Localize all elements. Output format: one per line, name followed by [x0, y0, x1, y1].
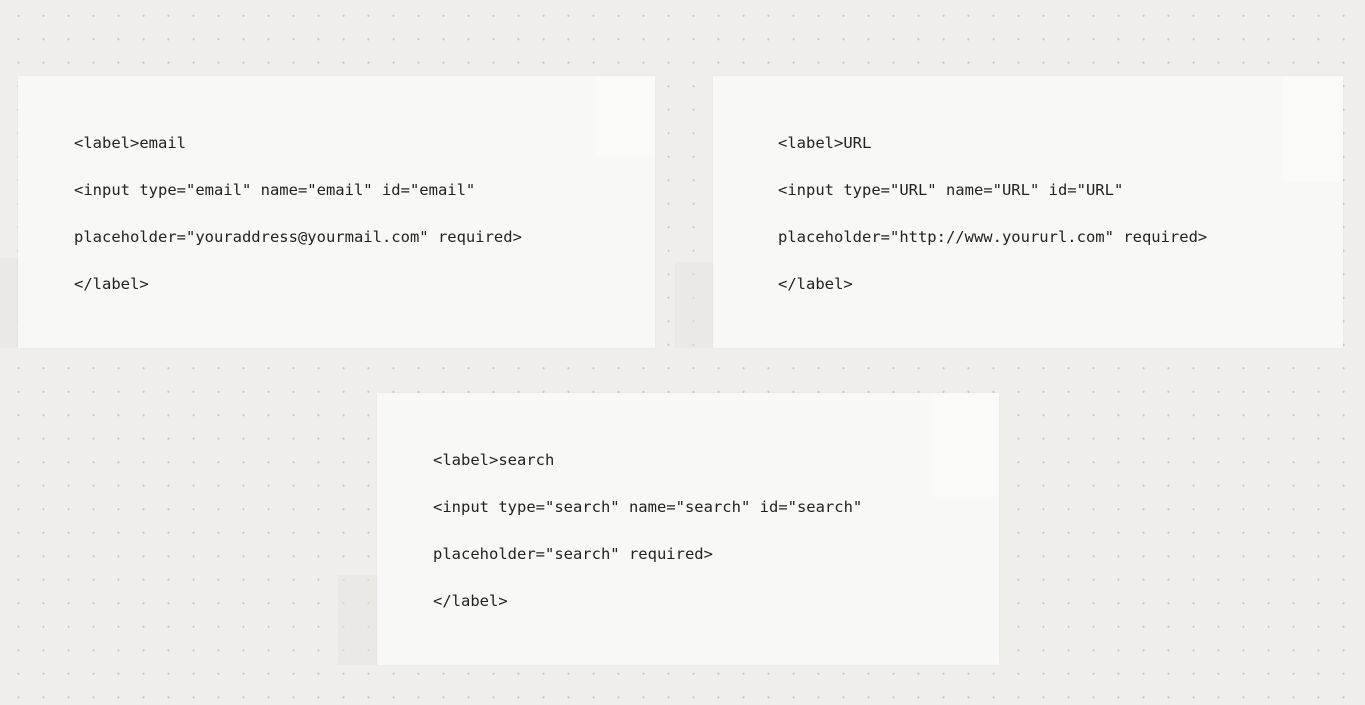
code-line: </label> — [778, 275, 853, 293]
code-line: <label>search — [433, 451, 555, 469]
code-card-url: <label>URL <input type="URL" name="URL" … — [713, 76, 1343, 348]
code-line: <label>email — [74, 134, 186, 152]
code-line: </label> — [433, 592, 508, 610]
code-line: <input type="email" name="email" id="ema… — [74, 181, 476, 199]
tape-decoration — [932, 393, 999, 497]
code-line: placeholder="http://www.yoururl.com" req… — [778, 228, 1208, 246]
tape-decoration — [596, 76, 655, 156]
code-line: placeholder="youraddress@yourmail.com" r… — [74, 228, 522, 246]
code-line: </label> — [74, 275, 149, 293]
code-card-search: <label>search <input type="search" name=… — [377, 393, 999, 665]
tape-decoration — [1283, 76, 1343, 182]
code-line: <input type="search" name="search" id="s… — [433, 498, 863, 516]
code-card-email: <label>email <input type="email" name="e… — [18, 76, 655, 348]
code-line: <label>URL — [778, 134, 872, 152]
code-line: <input type="URL" name="URL" id="URL" — [778, 181, 1124, 199]
code-line: placeholder="search" required> — [433, 545, 713, 563]
